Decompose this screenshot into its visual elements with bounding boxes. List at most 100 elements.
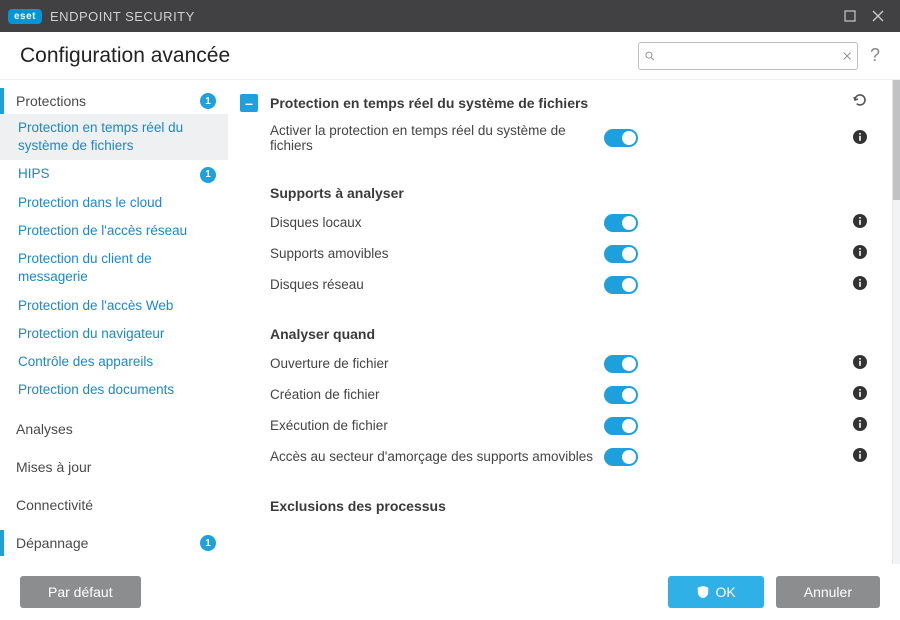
info-button[interactable] [852, 244, 868, 263]
badge-count: 1 [200, 167, 216, 183]
sidebar-item-label: Protections [16, 93, 192, 109]
setting-file-create: Création de fichier [240, 379, 868, 410]
help-button[interactable]: ? [870, 45, 880, 66]
undo-icon [852, 92, 868, 108]
sidebar-item-network-access[interactable]: Protection de l'accès réseau [0, 217, 228, 245]
footer: Par défaut OK Annuler [0, 564, 900, 620]
product-name: ENDPOINT SECURITY [50, 9, 195, 24]
info-icon [852, 354, 868, 370]
setting-label: Création de fichier [270, 387, 604, 402]
info-icon [852, 385, 868, 401]
info-button[interactable] [852, 129, 868, 148]
sidebar-item-label: Connectivité [16, 497, 216, 513]
toggle-enable-realtime[interactable] [604, 129, 638, 147]
scrollbar[interactable] [892, 80, 900, 564]
brand-badge: eset [8, 9, 42, 24]
sidebar: Protections 1 Protection en temps réel d… [0, 80, 228, 564]
setting-label: Ouverture de fichier [270, 356, 604, 371]
info-button[interactable] [852, 416, 868, 435]
sidebar-item-label: Protection dans le cloud [18, 194, 216, 212]
info-button[interactable] [852, 447, 868, 466]
info-button[interactable] [852, 213, 868, 232]
sidebar-item-label: Protection du client de messagerie [18, 250, 216, 286]
info-button[interactable] [852, 385, 868, 404]
toggle-network-disks[interactable] [604, 276, 638, 294]
sidebar-item-mail-client[interactable]: Protection du client de messagerie [0, 245, 228, 291]
sidebar-item-connectivity[interactable]: Connectivité [0, 492, 228, 518]
ok-button[interactable]: OK [668, 576, 764, 608]
info-button[interactable] [852, 354, 868, 373]
revert-button[interactable] [852, 92, 868, 113]
sidebar-item-label: HIPS [18, 165, 192, 183]
setting-removable-media: Supports amovibles [240, 238, 868, 269]
cancel-button[interactable]: Annuler [776, 576, 880, 608]
scrollbar-thumb[interactable] [893, 80, 900, 200]
setting-file-exec: Exécution de fichier [240, 410, 868, 441]
info-icon [852, 447, 868, 463]
info-icon [852, 129, 868, 145]
sidebar-item-updates[interactable]: Mises à jour [0, 454, 228, 480]
setting-label: Disques réseau [270, 277, 604, 292]
setting-label: Accès au secteur d'amorçage des supports… [270, 449, 604, 464]
sidebar-item-browser-protection[interactable]: Protection du navigateur [0, 320, 228, 348]
toggle-removable-media[interactable] [604, 245, 638, 263]
toggle-boot-sector[interactable] [604, 448, 638, 466]
sidebar-item-label: Protection des documents [18, 381, 216, 399]
sidebar-item-label: Protection du navigateur [18, 325, 216, 343]
setting-label: Supports amovibles [270, 246, 604, 261]
toggle-file-open[interactable] [604, 355, 638, 373]
button-label: OK [716, 584, 736, 600]
group-exclusions-title: Exclusions des processus [240, 472, 868, 520]
toggle-local-disks[interactable] [604, 214, 638, 232]
default-button[interactable]: Par défaut [20, 576, 141, 608]
sidebar-item-cloud-protection[interactable]: Protection dans le cloud [0, 189, 228, 217]
window-maximize-button[interactable] [836, 2, 864, 30]
setting-enable-realtime: Activer la protection en temps réel du s… [240, 117, 868, 159]
sidebar-item-device-control[interactable]: Contrôle des appareils [0, 348, 228, 376]
sidebar-item-troubleshoot[interactable]: Dépannage 1 [0, 530, 228, 556]
collapse-icon[interactable]: – [240, 94, 258, 112]
toggle-file-exec[interactable] [604, 417, 638, 435]
setting-label: Exécution de fichier [270, 418, 604, 433]
sidebar-item-label: Analyses [16, 421, 216, 437]
sidebar-item-label: Mises à jour [16, 459, 216, 475]
sidebar-item-realtime-fs[interactable]: Protection en temps réel du système de f… [0, 114, 228, 160]
sidebar-item-label: Protection de l'accès réseau [18, 222, 216, 240]
close-icon [872, 10, 884, 22]
setting-local-disks: Disques locaux [240, 207, 868, 238]
section-header[interactable]: – Protection en temps réel du système de… [240, 88, 868, 117]
sidebar-item-label: Protection de l'accès Web [18, 297, 216, 315]
titlebar: eset ENDPOINT SECURITY [0, 0, 900, 32]
sidebar-item-document-protection[interactable]: Protection des documents [0, 376, 228, 404]
search-input-wrapper[interactable] [638, 42, 858, 70]
sidebar-item-label: Dépannage [16, 535, 192, 551]
badge-count: 1 [200, 535, 216, 551]
content-panel: – Protection en temps réel du système de… [228, 80, 892, 564]
sidebar-item-analyses[interactable]: Analyses [0, 416, 228, 442]
setting-boot-sector: Accès au secteur d'amorçage des supports… [240, 441, 868, 472]
info-icon [852, 244, 868, 260]
page-title: Configuration avancée [20, 44, 638, 68]
sidebar-item-hips[interactable]: HIPS 1 [0, 160, 228, 188]
toggle-file-create[interactable] [604, 386, 638, 404]
sidebar-item-label: Contrôle des appareils [18, 353, 216, 371]
group-media-title: Supports à analyser [240, 159, 868, 207]
clear-search-icon[interactable] [843, 50, 851, 62]
sidebar-item-protections[interactable]: Protections 1 [0, 88, 228, 114]
setting-network-disks: Disques réseau [240, 269, 868, 300]
setting-file-open: Ouverture de fichier [240, 348, 868, 379]
search-icon [645, 49, 655, 63]
info-icon [852, 416, 868, 432]
page-header: Configuration avancée ? [0, 32, 900, 80]
info-button[interactable] [852, 275, 868, 294]
square-icon [844, 10, 856, 22]
shield-icon [696, 585, 710, 599]
button-label: Par défaut [48, 584, 113, 600]
sidebar-item-label: Protection en temps réel du système de f… [18, 119, 216, 155]
search-input[interactable] [661, 48, 837, 63]
setting-label: Disques locaux [270, 215, 604, 230]
sidebar-item-web-access[interactable]: Protection de l'accès Web [0, 292, 228, 320]
setting-label: Activer la protection en temps réel du s… [270, 123, 604, 153]
window-close-button[interactable] [864, 2, 892, 30]
badge-count: 1 [200, 93, 216, 109]
